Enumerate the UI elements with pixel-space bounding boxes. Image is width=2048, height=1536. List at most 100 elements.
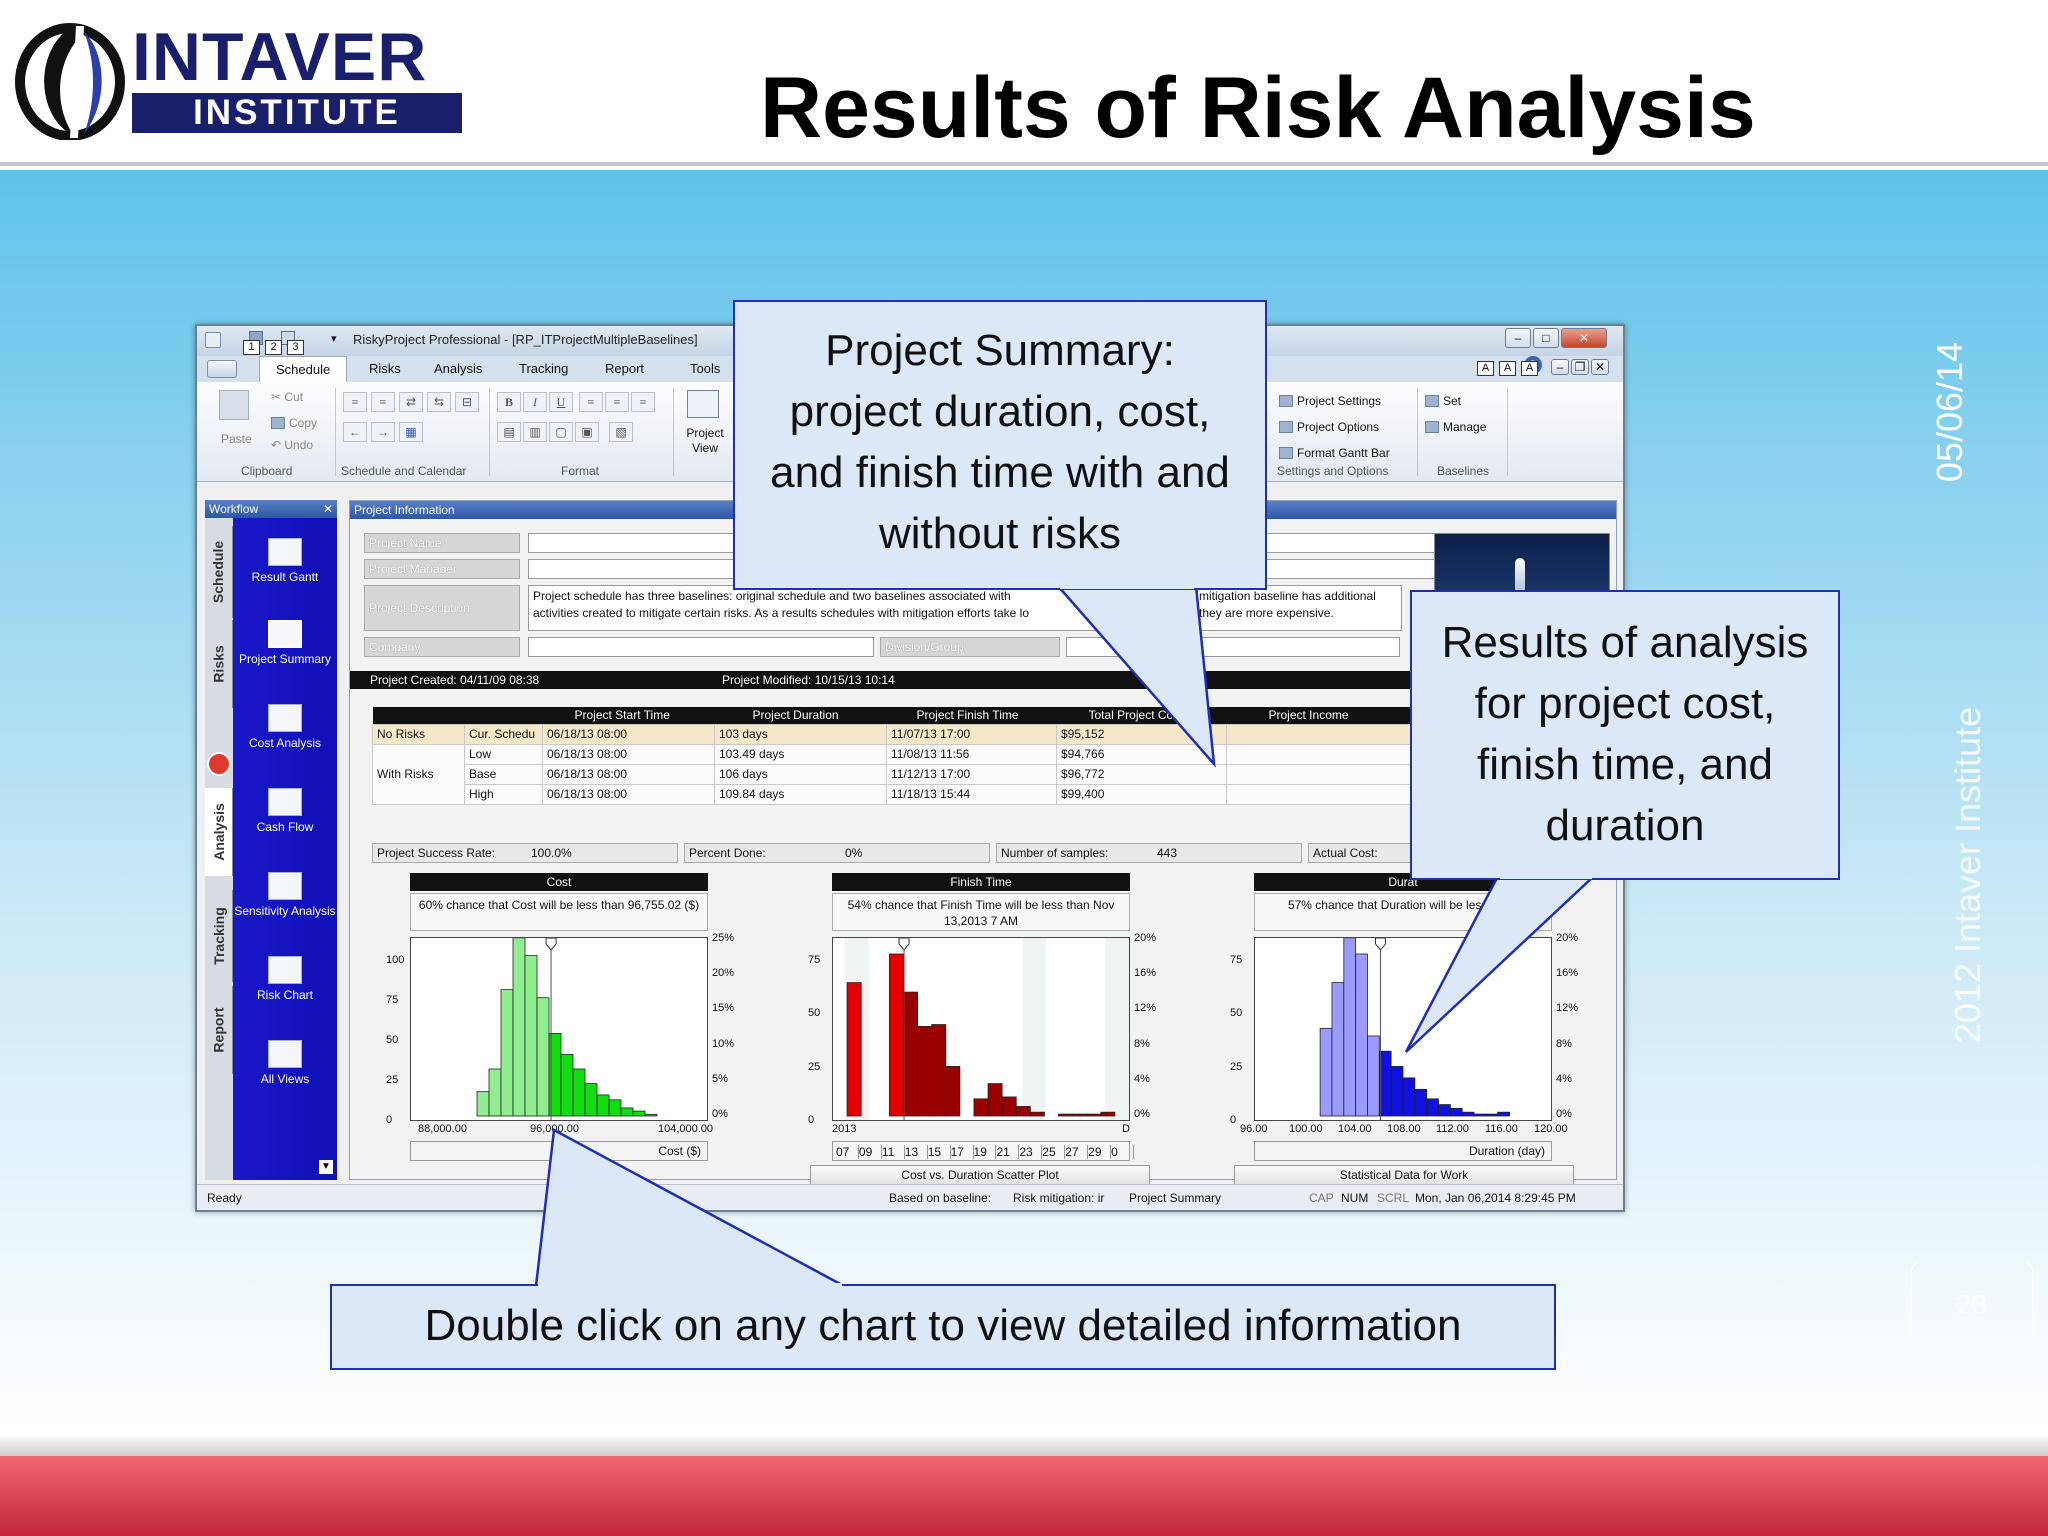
summary-callout: Project Summary: project duration, cost,…	[733, 300, 1267, 590]
font-size-large[interactable]: A	[1521, 361, 1538, 376]
status-ready: Ready	[207, 1191, 242, 1205]
project-view-icon[interactable]	[687, 390, 719, 418]
paste-button[interactable]: Paste	[221, 432, 252, 446]
workflow-item-risk-chart[interactable]: Risk Chart	[233, 956, 337, 1003]
format-1-icon[interactable]: ▤	[497, 422, 521, 442]
link-icon[interactable]: ⇄	[399, 392, 423, 412]
format-3-icon[interactable]: ▢	[549, 422, 573, 442]
unlink-icon[interactable]: ⇆	[427, 392, 451, 412]
duration-axis-label[interactable]: Duration (day)	[1254, 1141, 1552, 1161]
font-size-medium[interactable]: A	[1499, 361, 1516, 376]
duration-bar	[1343, 938, 1357, 1117]
workflow-tab-schedule[interactable]: Schedule	[205, 526, 233, 618]
format-gantt-button[interactable]: Format Gantt Bar	[1279, 446, 1390, 460]
paste-icon[interactable]	[219, 390, 249, 420]
tab-schedule[interactable]: Schedule	[259, 356, 348, 382]
duration-y-tick: 0	[1230, 1114, 1237, 1126]
tab-risks[interactable]: Risks	[369, 361, 401, 376]
tab-tracking[interactable]: Tracking	[519, 361, 568, 376]
statistical-data-button[interactable]: Statistical Data for Work	[1234, 1165, 1574, 1185]
company-field[interactable]	[528, 637, 874, 657]
finish-pct-tick: 16%	[1134, 967, 1157, 980]
workflow-tab-analysis[interactable]: Analysis	[205, 788, 233, 876]
workflow-tab-report[interactable]: Report	[205, 986, 233, 1074]
split-icon[interactable]: ⊟	[455, 392, 479, 412]
project-options-button[interactable]: Project Options	[1279, 420, 1379, 434]
maximize-button[interactable]: □	[1533, 328, 1559, 348]
tab-tools[interactable]: Tools	[690, 361, 720, 376]
summary-table: Project Start Time Project Duration Proj…	[372, 707, 1412, 805]
align-center-icon[interactable]: ≡	[605, 392, 629, 412]
duration-chart[interactable]	[1254, 937, 1552, 1121]
slide-title: Results of Risk Analysis	[760, 60, 1756, 156]
doc-close-button[interactable]: ✕	[1591, 359, 1609, 375]
finish-bar	[1015, 1106, 1031, 1117]
number-of-samples: Number of samples: 443	[996, 843, 1302, 863]
table-header: Project Duration	[714, 707, 887, 724]
project-settings-button[interactable]: Project Settings	[1279, 394, 1381, 408]
workflow-tab-tracking[interactable]: Tracking	[205, 890, 233, 982]
office-menu-button[interactable]	[207, 360, 237, 378]
bold-button[interactable]: B	[497, 392, 521, 412]
finish-y-tick: 0	[808, 1114, 815, 1126]
table-row[interactable]: With Risks Base 06/18/13 08:00 106 days 11/1…	[372, 763, 1412, 785]
cost-chart[interactable]	[410, 937, 708, 1121]
format-4-icon[interactable]: ▣	[575, 422, 599, 442]
move-left-icon[interactable]: ←	[343, 422, 367, 442]
workflow-close-icon[interactable]: ✕	[323, 500, 333, 518]
workflow-item-project-summary[interactable]: Project Summary	[233, 620, 337, 667]
duration-y-tick: 75	[1230, 954, 1243, 966]
align-left-icon[interactable]: ≡	[579, 392, 603, 412]
cut-button[interactable]: ✂ Cut	[271, 390, 303, 404]
project-description-field[interactable]: Project schedule has three baselines: or…	[528, 585, 1402, 631]
cost-axis-label[interactable]: Cost ($)	[410, 1141, 708, 1161]
duration-bar	[1378, 1050, 1392, 1117]
copy-button[interactable]: Copy	[271, 416, 317, 430]
division-field[interactable]	[1066, 637, 1400, 657]
quick-access-1[interactable]: 1	[243, 340, 260, 355]
table-row[interactable]: No Risks Cur. Schedu 06/18/13 08:00 103 day…	[372, 723, 1412, 745]
set-baseline-button[interactable]: Set	[1425, 394, 1461, 408]
options-icon	[1279, 421, 1293, 433]
close-button[interactable]: ✕	[1561, 328, 1607, 348]
indent-icon[interactable]: ≡	[343, 392, 367, 412]
font-size-small[interactable]: A	[1477, 361, 1494, 376]
scatter-plot-button[interactable]: Cost vs. Duration Scatter Plot	[810, 1165, 1150, 1185]
cost-x-tick: 88,000.00	[418, 1123, 467, 1135]
workflow-tab-risks[interactable]: Risks	[205, 620, 233, 708]
cost-pct-tick: 25%	[712, 932, 735, 944]
finish-bar	[1001, 1096, 1017, 1117]
tab-analysis[interactable]: Analysis	[434, 361, 482, 376]
workflow-item-cash-flow[interactable]: Cash Flow	[233, 788, 337, 835]
manage-baseline-button[interactable]: Manage	[1425, 420, 1486, 434]
table-row[interactable]: Low 06/18/13 08:00 103.49 days 11/08/13 11:…	[372, 743, 1412, 765]
app-icon[interactable]	[205, 332, 221, 348]
minimize-button[interactable]: –	[1505, 328, 1531, 348]
finish-time-chart[interactable]	[832, 937, 1130, 1121]
quick-access-3[interactable]: 3	[287, 340, 304, 355]
copy-icon	[271, 417, 285, 429]
workflow-stop-icon[interactable]	[207, 752, 231, 776]
project-view-button[interactable]: Project View	[683, 426, 727, 456]
tab-report[interactable]: Report	[605, 361, 644, 376]
workflow-scroll-icon[interactable]: ▼	[319, 1160, 333, 1174]
quick-access-dropdown-icon[interactable]: ▾	[331, 332, 337, 345]
format-2-icon[interactable]: ▥	[523, 422, 547, 442]
doc-restore-button[interactable]: ❐	[1571, 359, 1589, 375]
calendar-icon[interactable]: ▦	[399, 422, 423, 442]
align-right-icon[interactable]: ≡	[631, 392, 655, 412]
workflow-item-all-views[interactable]: All Views	[233, 1040, 337, 1087]
underline-button[interactable]: U	[549, 392, 573, 412]
move-right-icon[interactable]: →	[371, 422, 395, 442]
doc-minimize-button[interactable]: –	[1551, 359, 1569, 375]
workflow-item-sensitivity[interactable]: Sensitivity Analysis	[233, 872, 337, 919]
quick-access-2[interactable]: 2	[265, 340, 282, 355]
table-row[interactable]: High 06/18/13 08:00 109.84 days 11/18/13 15…	[372, 783, 1412, 805]
workflow-item-result-gantt[interactable]: Result Gantt	[233, 538, 337, 585]
duration-pct-tick: 16%	[1556, 967, 1579, 980]
italic-button[interactable]: I	[523, 392, 547, 412]
outdent-icon[interactable]: ≡	[371, 392, 395, 412]
workflow-item-cost-analysis[interactable]: Cost Analysis	[233, 704, 337, 751]
format-5-icon[interactable]: ▧	[609, 422, 633, 442]
undo-button[interactable]: ↶ Undo	[271, 438, 313, 452]
